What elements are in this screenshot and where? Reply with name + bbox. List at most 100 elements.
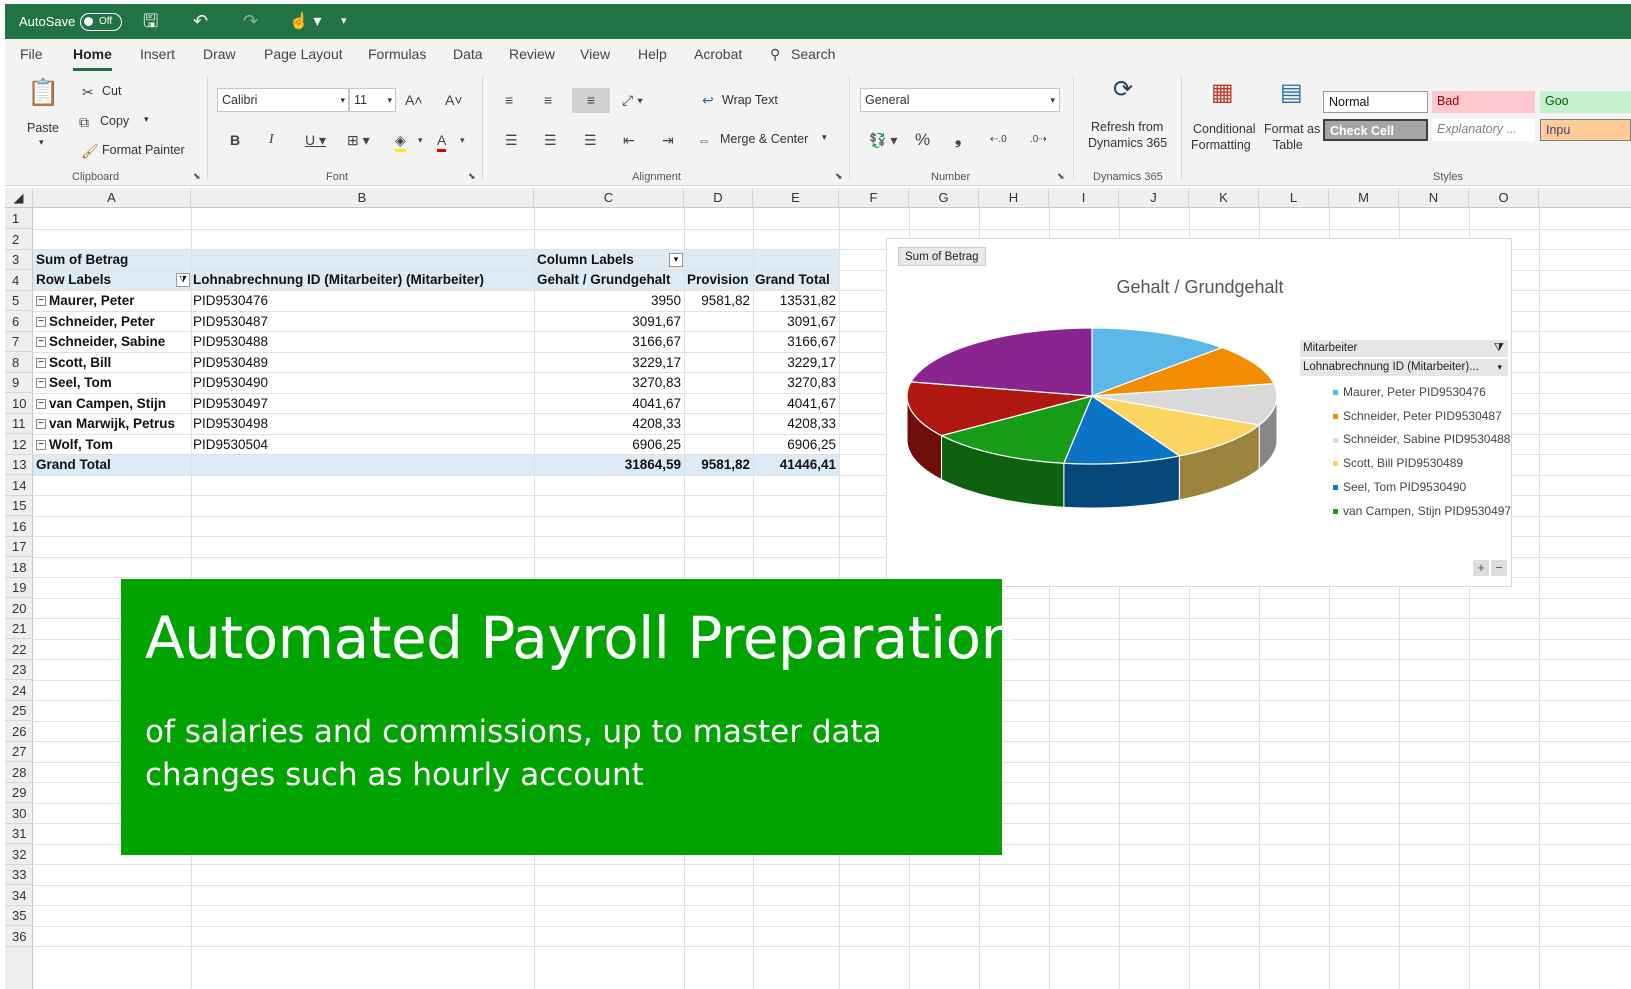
column-header-o[interactable]: O [1469,188,1539,208]
tab-page-layout[interactable]: Page Layout [264,46,343,62]
touch-mode-icon[interactable]: ☝ ▾ [289,4,321,39]
refresh-button-line1[interactable]: Refresh from [1091,120,1163,134]
collapse-field-button[interactable]: − [1491,560,1507,576]
wrap-text-button[interactable]: Wrap Text [722,93,778,107]
pivot-row-total[interactable]: 3091,67 [753,312,839,332]
cut-button[interactable]: Cut [102,84,121,98]
row-header[interactable]: 2 [5,229,33,250]
row-header[interactable]: 6 [5,311,33,332]
number-format-select[interactable]: General ▾ [860,88,1060,112]
collapse-icon[interactable]: − [36,337,46,348]
chart-field-button[interactable]: Sum of Betrag [898,247,986,266]
paste-button[interactable]: Paste [27,121,59,135]
align-top-icon[interactable]: ≡ [505,91,513,109]
tab-draw[interactable]: Draw [203,46,236,62]
pivot-row-total[interactable]: 3166,67 [753,332,839,352]
column-header-c[interactable]: C [534,188,684,208]
legend-entry[interactable]: van Campen, Stijn PID9530497 [1333,504,1511,518]
increase-indent-icon[interactable]: ⇥ [662,131,674,149]
decrease-decimal-icon[interactable]: .0⇢ [1030,131,1047,149]
legend-entry[interactable]: Schneider, Peter PID9530487 [1333,409,1502,423]
tab-formulas[interactable]: Formulas [368,46,426,62]
pivot-row-name[interactable]: − van Marwijk, Petrus [36,414,191,434]
pivot-row-provision[interactable] [684,373,753,393]
row-header[interactable]: 13 [5,454,33,475]
row-header[interactable]: 34 [5,885,33,906]
legend-entry[interactable]: Seel, Tom PID9530490 [1333,480,1466,494]
pivot-row-name[interactable]: − Schneider, Peter [36,312,191,332]
accounting-format-icon[interactable]: 💱 ▾ [869,131,897,149]
legend-entry[interactable]: Scott, Bill PID9530489 [1333,456,1463,470]
align-center-icon[interactable]: ☰ [544,131,557,149]
pivot-row-provision[interactable] [684,435,753,455]
pivot-row-provision[interactable] [684,414,753,434]
collapse-icon[interactable]: − [36,419,46,430]
copy-icon[interactable]: ⧉ [79,113,89,131]
pivot-value-field[interactable]: Sum of Betrag [36,250,186,270]
refresh-button-line2[interactable]: Dynamics 365 [1088,136,1167,150]
column-header-i[interactable]: I [1049,188,1119,208]
row-header[interactable]: 4 [5,270,33,291]
pivot-row-id[interactable]: PID9530489 [193,353,533,373]
tab-data[interactable]: Data [453,46,483,62]
pivot-row-id[interactable]: PID9530498 [193,414,533,434]
pivot-row-total[interactable]: 4041,67 [753,394,839,414]
format-painter-button[interactable]: Format Painter [102,143,185,157]
font-color-icon[interactable]: A [437,131,447,152]
tab-review[interactable]: Review [509,46,555,62]
row-header[interactable]: 26 [5,721,33,742]
row-header[interactable]: 16 [5,516,33,537]
column-labels-header[interactable]: Column Labels [537,250,677,270]
tab-acrobat[interactable]: Acrobat [694,46,742,62]
legend-subfield-button[interactable]: Lohnabrechnung ID (Mitarbeiter)... ▾ [1300,359,1508,376]
tab-view[interactable]: View [580,46,610,62]
row-labels-filter-icon[interactable]: ⧩ [176,273,190,287]
pivot-row-provision[interactable] [684,312,753,332]
format-as-table-line2[interactable]: Table [1273,138,1303,152]
column-header-h[interactable]: H [979,188,1049,208]
tab-file[interactable]: File [20,46,43,62]
row-header[interactable]: 12 [5,434,33,455]
row-header[interactable]: 24 [5,680,33,701]
tab-help[interactable]: Help [638,46,667,62]
merge-center-icon[interactable]: ⇔ [697,131,711,149]
redo-icon[interactable]: ↷ [243,4,258,39]
align-bottom-icon[interactable]: ≡ [572,88,610,113]
decrease-indent-icon[interactable]: ⇤ [623,131,635,149]
pivot-row-gehalt[interactable]: 4208,33 [534,414,684,434]
align-middle-icon[interactable]: ≡ [544,91,552,109]
row-header[interactable]: 21 [5,618,33,639]
decrease-font-icon[interactable]: A˅ [445,91,463,109]
row-header[interactable]: 17 [5,536,33,557]
column-header-e[interactable]: E [753,188,839,208]
row-header[interactable]: 32 [5,844,33,865]
row-header[interactable]: 11 [5,413,33,434]
merge-dropdown-icon[interactable]: ▾ [822,132,827,143]
row-header[interactable]: 3 [5,249,33,270]
save-icon[interactable]: 🖫 [143,4,158,39]
pivot-row-provision[interactable] [684,332,753,352]
pivot-row-gehalt[interactable]: 3229,17 [534,353,684,373]
copy-dropdown-icon[interactable]: ▾ [144,114,149,125]
format-as-table-line1[interactable]: Format as [1264,122,1320,136]
style-check-cell[interactable]: Check Cell [1323,119,1428,141]
row-header[interactable]: 15 [5,495,33,516]
undo-icon[interactable]: ↶ [193,4,208,39]
row-header[interactable]: 23 [5,659,33,680]
column-header-g[interactable]: G [909,188,979,208]
cut-icon[interactable]: ✂ [82,83,94,101]
merge-center-button[interactable]: Merge & Center [720,132,808,146]
collapse-icon[interactable]: − [36,296,46,307]
customize-toolbar-icon[interactable]: ▾ [341,4,347,39]
style-good[interactable]: Goo [1540,91,1631,113]
pivot-row-gehalt[interactable]: 3270,83 [534,373,684,393]
bold-icon[interactable]: B [230,131,240,149]
number-launcher-icon[interactable]: ⬊ [1057,171,1065,182]
pivot-row-total[interactable]: 13531,82 [753,291,839,311]
provision-header[interactable]: Provision [687,270,753,290]
column-header-k[interactable]: K [1189,188,1259,208]
pivot-row-gehalt[interactable]: 4041,67 [534,394,684,414]
font-size-select[interactable]: 11 ▾ [349,88,396,112]
autosave-toggle[interactable]: Off [80,13,122,31]
paste-icon[interactable]: 📋 [27,79,59,105]
